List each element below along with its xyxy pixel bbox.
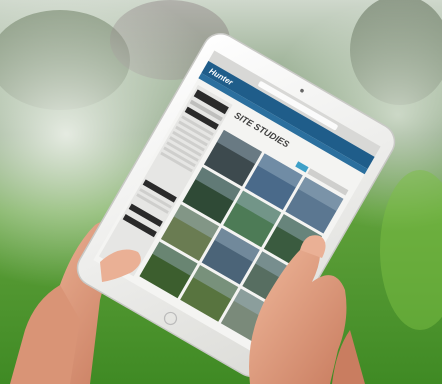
photo-scene: Hunter SITE STUDIES bbox=[0, 0, 442, 384]
photo-svg: Hunter SITE STUDIES bbox=[0, 0, 442, 384]
